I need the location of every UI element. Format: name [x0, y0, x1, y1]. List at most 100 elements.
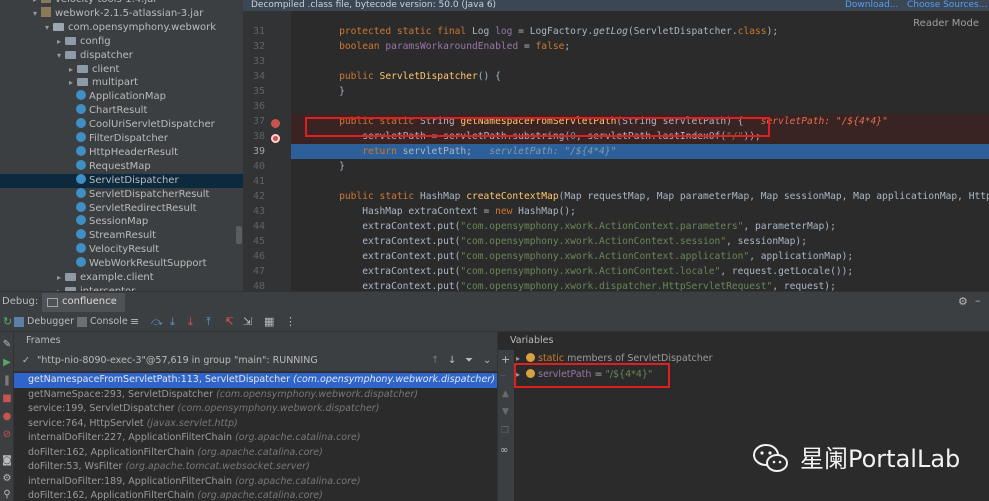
pause-icon[interactable]: ❚ [2, 376, 12, 386]
code-line[interactable] [291, 54, 989, 69]
frame-method: service:764, HttpServlet [28, 417, 144, 429]
tree-item-example-client[interactable]: ▸ example.client [0, 271, 243, 285]
chevron-right-icon[interactable]: ▸ [54, 35, 64, 49]
stack-frame[interactable]: doFilter:53, WsFilter (org.apache.tomcat… [14, 460, 497, 475]
stack-frame[interactable]: service:764, HttpServlet (javax.servlet.… [14, 417, 497, 432]
code-line[interactable]: HashMap extraContext = new HashMap(); [291, 204, 989, 219]
force-step-into-icon[interactable]: ⤓ [188, 316, 193, 328]
code-line[interactable]: public ServletDispatcher() { [291, 69, 989, 84]
tree-item-multipart[interactable]: ▸ multipart [0, 76, 243, 90]
arrow-down-icon[interactable]: ↓ [448, 350, 456, 372]
tree-item-dispatcher[interactable]: ▾ dispatcher [0, 49, 243, 63]
tree-item-servletdispatcherresult[interactable]: ServletDispatcherResult [0, 187, 243, 202]
stack-frame[interactable]: service:199, ServletDispatcher (com.open… [14, 402, 497, 417]
code-line[interactable]: public static HashMap createContextMap(M… [291, 189, 989, 204]
code-line[interactable] [291, 99, 989, 114]
mute-breakpoints-icon[interactable]: ⊘ [2, 430, 12, 440]
move-up-icon[interactable]: ▲ [502, 389, 509, 399]
tree-item-webworkresultsupport[interactable]: WebWorkResultSupport [0, 257, 243, 271]
tree-item-httpheaderresult[interactable]: HttpHeaderResult [0, 145, 243, 160]
breakpoint-icon[interactable] [271, 119, 280, 128]
tree-item-applicationmap[interactable]: ApplicationMap [0, 90, 243, 104]
wrench-icon[interactable]: ✎ [2, 340, 12, 350]
breakpoint-check-icon[interactable] [271, 134, 280, 143]
tree-item-com-opensymphony-webwork[interactable]: ▾ com.opensymphony.webwork [0, 21, 243, 35]
close-icon[interactable]: × [108, 296, 116, 307]
line-number: 46 [252, 251, 265, 262]
stack-frame[interactable]: doFilter:162, ApplicationFilterChain (or… [14, 446, 497, 461]
restore-layout-icon[interactable]: ⋮ [285, 316, 296, 328]
evaluate-expression-icon[interactable]: ▦ [264, 316, 274, 328]
choose-sources-link[interactable]: Choose Sources... [907, 0, 987, 11]
step-over-icon[interactable]: ⤼ [151, 316, 163, 328]
arrow-up-icon[interactable]: ↑ [431, 350, 439, 372]
glasses-icon[interactable]: ∞ [500, 445, 508, 456]
download-link[interactable]: Download... [845, 0, 898, 11]
tree-item-filterdispatcher[interactable]: FilterDispatcher [0, 132, 243, 146]
chevron-down-icon[interactable]: ⌄ [483, 350, 491, 372]
remove-watch-icon[interactable]: – [501, 371, 506, 381]
stop-icon[interactable]: ■ [2, 394, 12, 404]
chevron-down-icon[interactable]: ▾ [42, 21, 52, 35]
chevron-down-icon[interactable]: ▾ [54, 49, 64, 63]
chevron-right-icon[interactable]: ▸ [54, 271, 64, 285]
settings-icon[interactable]: ⚙ [2, 474, 12, 484]
code-line[interactable]: boolean paramsWorkaroundEnabled = false; [291, 39, 989, 54]
variables-panel: Variables + – ▲ ▼ ❐ ∞ ▸ static members of… [498, 332, 989, 501]
threads-menu-icon[interactable]: ≡ [130, 316, 139, 328]
stack-frame[interactable]: getNameSpace:293, ServletDispatcher (com… [14, 388, 497, 403]
step-into-icon[interactable]: ⤓ [170, 316, 175, 328]
code-line[interactable]: protected static final Log log = LogFact… [291, 24, 989, 39]
tree-item-cooluriservletdispatcher[interactable]: CoolUriServletDispatcher [0, 118, 243, 132]
resume-icon[interactable]: ▶ [2, 358, 12, 368]
editor-gutter: 31 32 33 34 35 36 37 38 39 40 41 42 43 44 45 46 47 48 [243, 11, 291, 291]
tab-console[interactable]: Console [77, 315, 128, 331]
chevron-down-icon[interactable]: ▾ [30, 7, 40, 21]
chevron-right-icon[interactable]: ▸ [66, 63, 76, 77]
tree-item-webwork-2-1-5-atlassian-3-jar[interactable]: ▾ webwork-2.1.5-atlassian-3.jar [0, 6, 243, 21]
code-line[interactable]: extraContext.put("com.opensymphony.xwork… [291, 264, 989, 279]
class-icon [76, 229, 86, 240]
rerun-icon[interactable]: ↻ [3, 316, 12, 328]
frame-package: (org.apache.catalina.core) [197, 490, 323, 501]
code-line[interactable]: extraContext.put("com.opensymphony.xwork… [291, 234, 989, 249]
stack-frame[interactable]: getNamespaceFromServletPath:113, Servlet… [14, 373, 497, 388]
code-line[interactable]: } [291, 159, 989, 174]
code-line[interactable]: extraContext.put("com.opensymphony.xwork… [291, 249, 989, 264]
tree-item-label: multipart [92, 77, 139, 89]
thread-selector[interactable]: ✓ "http-nio-8090-exec-3"@57,619 in group… [14, 350, 497, 372]
pin-icon[interactable]: ⚲ [2, 490, 12, 500]
camera-icon[interactable]: ◙ [2, 456, 12, 466]
stack-frame[interactable]: internalDoFilter:189, ApplicationFilterC… [14, 475, 497, 490]
tree-item-sessionmap[interactable]: SessionMap [0, 215, 243, 229]
minimize-icon[interactable]: – [975, 294, 981, 307]
tab-debugger[interactable]: Debugger [14, 315, 74, 331]
add-watch-icon[interactable]: + [501, 353, 510, 366]
run-to-cursor-icon[interactable]: ⇲ [243, 316, 252, 328]
filter-icon[interactable]: ⏷ [465, 350, 473, 372]
move-down-icon[interactable]: ▼ [502, 407, 509, 417]
chevron-right-icon[interactable]: ▸ [66, 76, 76, 90]
tree-item-servletredirectresult[interactable]: ServletRedirectResult [0, 201, 243, 216]
code-line[interactable]: extraContext.put("com.opensymphony.xwork… [291, 279, 989, 291]
copy-icon[interactable]: ❐ [501, 426, 509, 436]
drop-frame-icon[interactable]: ↸ [225, 316, 234, 328]
tree-item-config[interactable]: ▸ config [0, 35, 243, 49]
code-line[interactable]: extraContext.put("com.opensymphony.xwork… [291, 219, 989, 234]
tree-item-client[interactable]: ▸ client [0, 63, 243, 77]
gear-icon[interactable]: ⚙ [958, 295, 968, 308]
code-line[interactable]: } [291, 84, 989, 99]
tree-item-chartresult[interactable]: ChartResult [0, 104, 243, 118]
stack-frame[interactable]: internalDoFilter:227, ApplicationFilterC… [14, 431, 497, 446]
tree-item-velocityresult[interactable]: VelocityResult [0, 243, 243, 257]
view-breakpoints-icon[interactable]: ● [2, 412, 12, 422]
tree-item-streamresult[interactable]: StreamResult [0, 229, 243, 243]
frame-package: (com.opensymphony.webwork.dispatcher) [293, 374, 495, 385]
code-line[interactable]: return servletPath; servletPath: "/${4*4… [291, 144, 989, 159]
step-out-icon[interactable]: ⤒ [206, 316, 211, 328]
tree-item-servletdispatcher[interactable]: ServletDispatcher [0, 173, 243, 188]
tree-item-requestmap[interactable]: RequestMap [0, 159, 243, 174]
code-line[interactable] [291, 174, 989, 189]
stack-frame[interactable]: doFilter:162, ApplicationFilterChain (or… [14, 489, 497, 501]
tree-scrollbar[interactable] [236, 226, 242, 244]
